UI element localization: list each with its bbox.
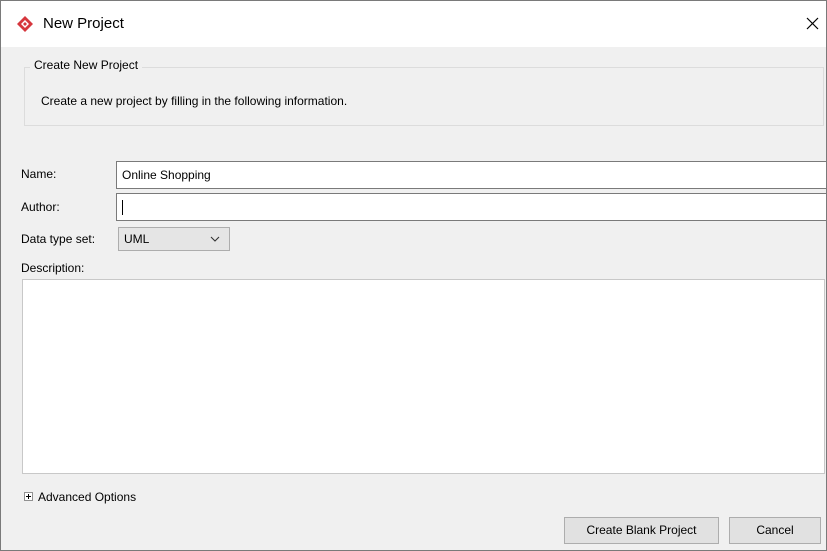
visual-paradigm-logo-icon [17, 16, 33, 32]
name-label: Name: [21, 167, 57, 181]
new-project-dialog: New Project Create New Project Create a … [0, 0, 827, 551]
expand-plus-icon[interactable] [24, 492, 33, 501]
group-description: Create a new project by filling in the f… [41, 94, 348, 108]
description-textarea[interactable] [22, 279, 825, 474]
chevron-down-icon [210, 236, 220, 242]
create-blank-project-button[interactable]: Create Blank Project [564, 517, 719, 544]
dialog-title: New Project [43, 15, 124, 32]
close-icon [806, 17, 819, 30]
name-field[interactable]: Online Shopping [116, 161, 827, 189]
text-caret [122, 200, 123, 215]
author-label: Author: [21, 200, 60, 214]
group-legend: Create New Project [30, 57, 143, 73]
close-button[interactable] [798, 9, 826, 39]
data-type-select[interactable]: UML [118, 227, 230, 251]
author-field[interactable] [116, 193, 827, 221]
title-bar[interactable]: New Project [1, 1, 826, 47]
data-type-label: Data type set: [21, 232, 96, 246]
description-label: Description: [21, 261, 85, 275]
cancel-button[interactable]: Cancel [729, 517, 821, 544]
data-type-value: UML [124, 232, 150, 246]
advanced-options-label: Advanced Options [38, 490, 137, 504]
